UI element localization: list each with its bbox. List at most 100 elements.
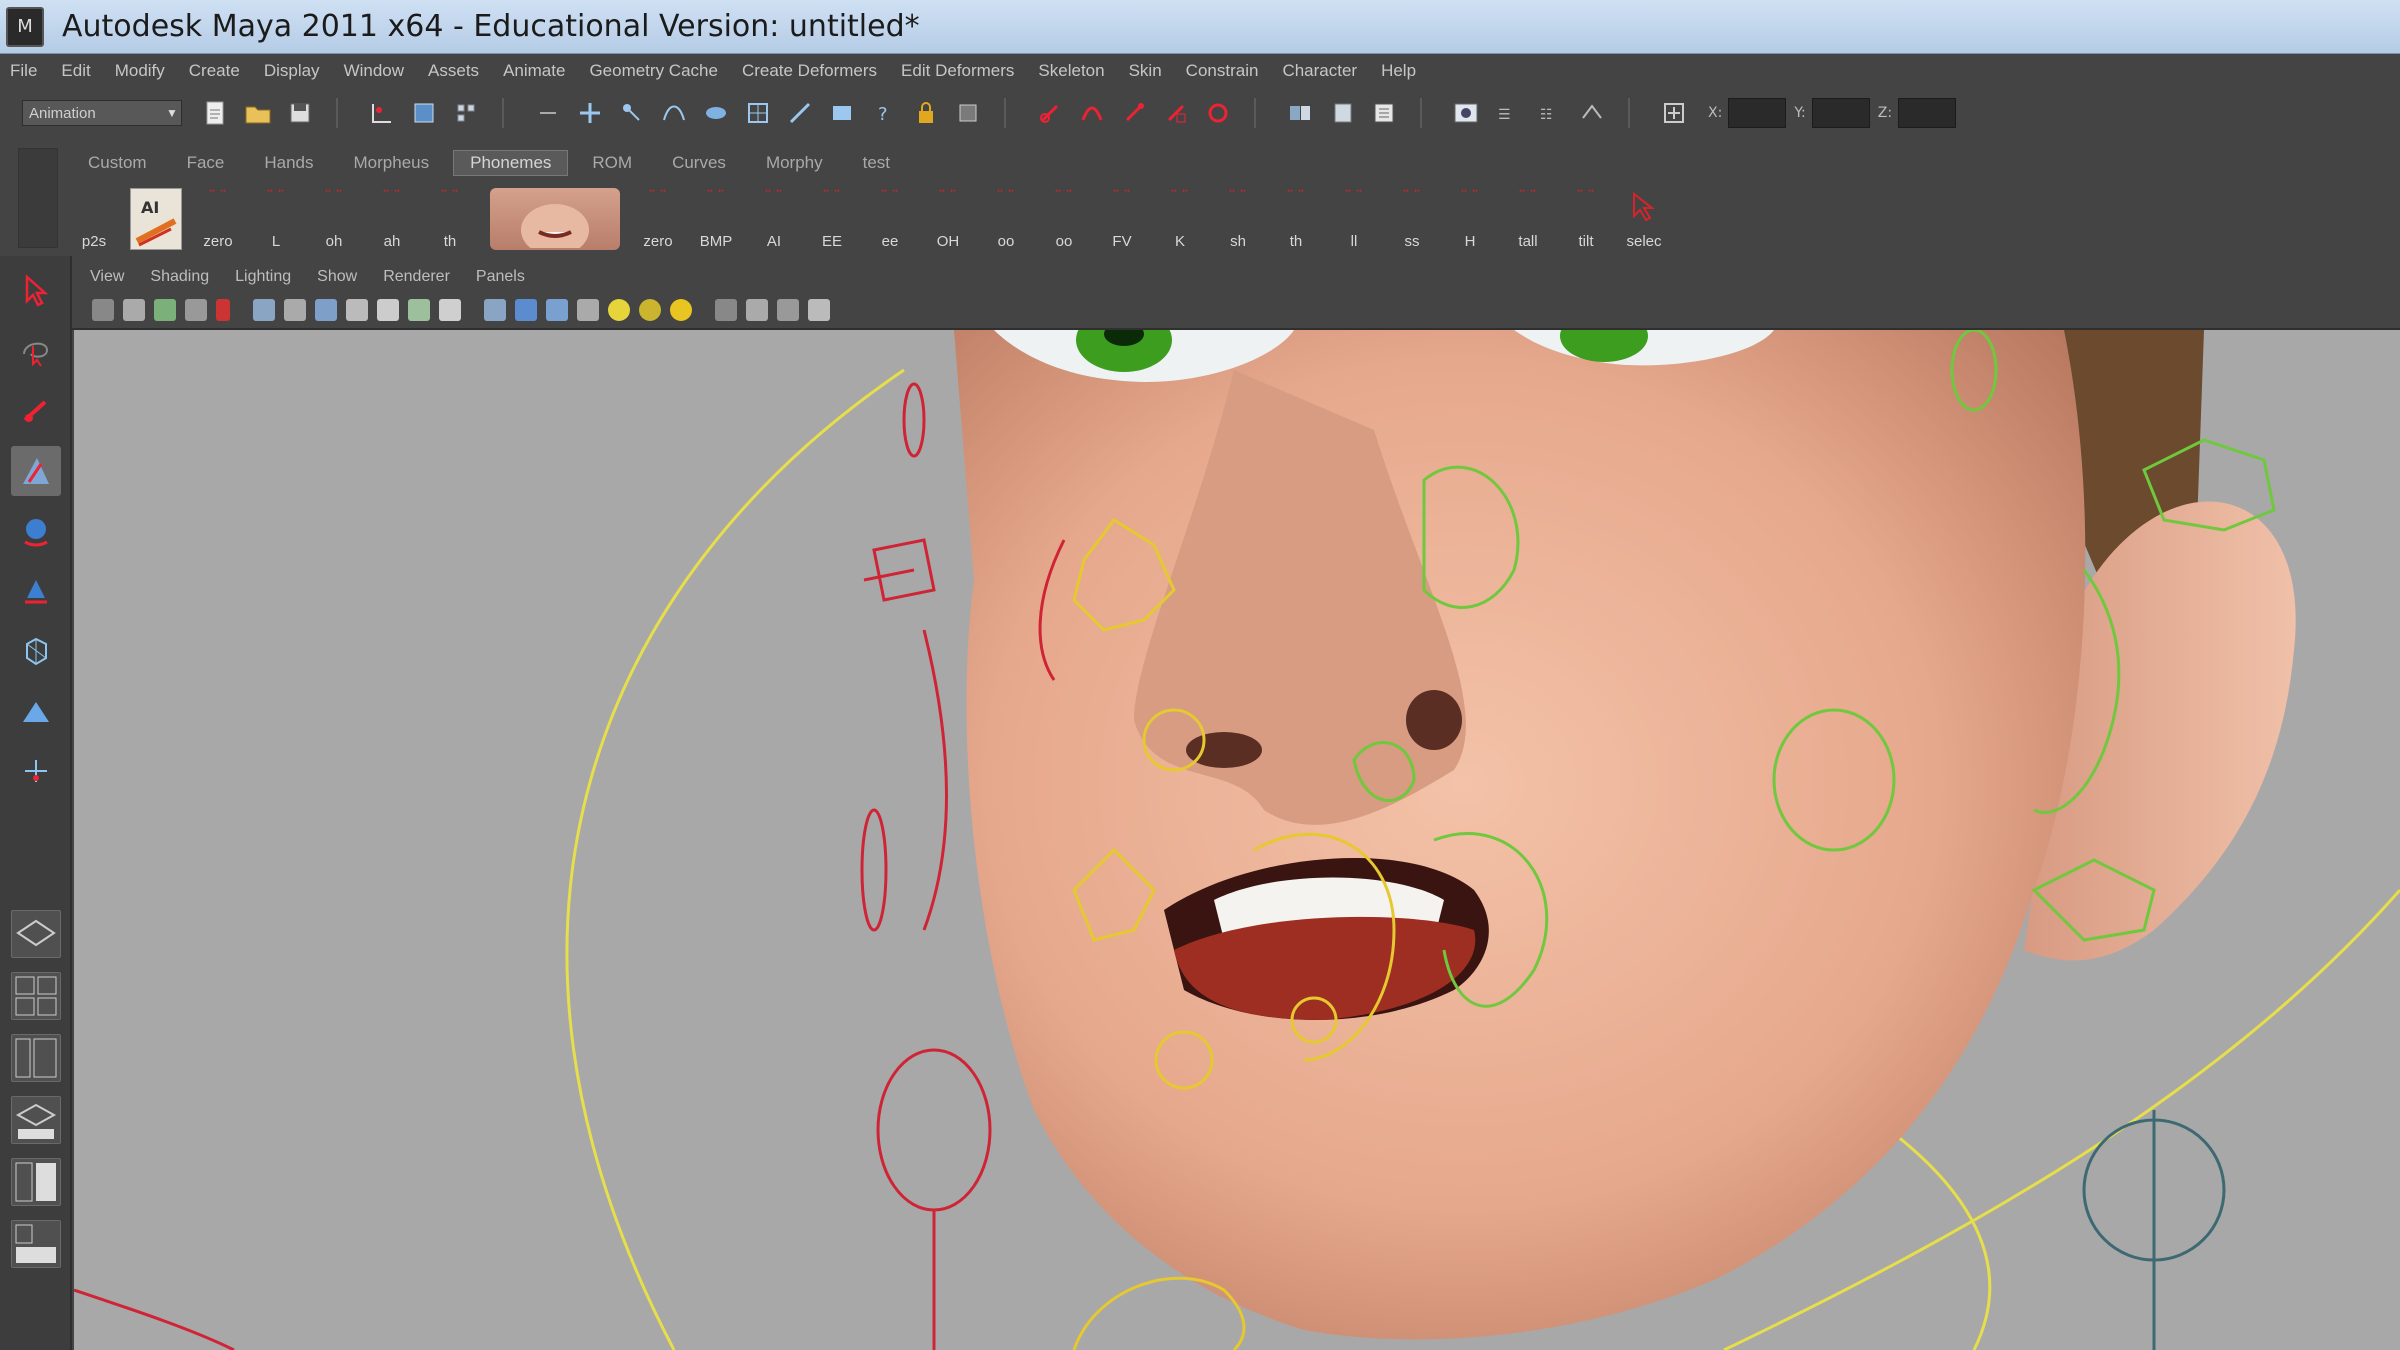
xray-joints-icon[interactable] (777, 299, 799, 321)
soft-modification-icon[interactable] (11, 686, 61, 736)
menu-modify[interactable]: Modify (115, 61, 165, 81)
universal-manipulator-icon[interactable] (11, 626, 61, 676)
shelf-button-tilt[interactable]: ¨¨ tilt (1558, 188, 1614, 251)
select-curves-icon[interactable] (658, 97, 690, 129)
maya-app-icon[interactable]: M (6, 6, 44, 47)
shelf-button-th-2[interactable]: ¨¨ th (1268, 188, 1324, 251)
panel-menu-view[interactable]: View (90, 268, 124, 286)
shelf-button-bmp[interactable]: ¨¨ BMP (688, 188, 744, 251)
menu-edit[interactable]: Edit (61, 61, 90, 81)
shelf-button-h[interactable]: ¨¨ H (1442, 188, 1498, 251)
resolution-gate-icon[interactable] (315, 299, 337, 321)
menu-geometry-cache[interactable]: Geometry Cache (589, 61, 718, 81)
construction-history-icon[interactable] (1368, 97, 1400, 129)
grid-icon[interactable] (253, 299, 275, 321)
lock-selection-icon[interactable] (910, 97, 942, 129)
menu-window[interactable]: Window (344, 61, 404, 81)
two-pane-layout-icon[interactable] (11, 1034, 61, 1082)
shelf-button-l[interactable]: ¨¨ L (248, 188, 304, 251)
outliner-layout-icon[interactable] (11, 1096, 61, 1144)
menu-file[interactable]: File (10, 61, 37, 81)
snap-to-points-icon[interactable] (1118, 97, 1150, 129)
hud-icon[interactable] (808, 299, 830, 321)
shelf-tab-hands[interactable]: Hands (248, 151, 329, 175)
select-dynamics-icon[interactable] (784, 97, 816, 129)
shelf-button-ee[interactable]: ¨¨ EE (804, 188, 860, 251)
menu-animate[interactable]: Animate (503, 61, 565, 81)
menu-constrain[interactable]: Constrain (1186, 61, 1259, 81)
shelf-tab-custom[interactable]: Custom (72, 151, 163, 175)
show-manipulator-icon[interactable] (11, 746, 61, 796)
safe-action-icon[interactable] (408, 299, 430, 321)
isolate-select-icon[interactable] (715, 299, 737, 321)
shelf-button-ll[interactable]: ¨¨ ll (1326, 188, 1382, 251)
scale-tool-icon[interactable] (11, 566, 61, 616)
input-history-icon[interactable] (1284, 97, 1316, 129)
menu-skeleton[interactable]: Skeleton (1038, 61, 1104, 81)
render-settings-icon[interactable] (1576, 97, 1608, 129)
graph-editor-layout-icon[interactable] (11, 1158, 61, 1206)
menu-display[interactable]: Display (264, 61, 320, 81)
mask-toggle-icon[interactable] (532, 97, 564, 129)
xray-icon[interactable] (746, 299, 768, 321)
select-camera-icon[interactable] (92, 299, 114, 321)
lighting-icon[interactable] (670, 299, 692, 321)
snap-to-grids-icon[interactable] (1034, 97, 1066, 129)
highlight-selection-icon[interactable] (952, 97, 984, 129)
select-surfaces-icon[interactable] (700, 97, 732, 129)
select-rendering-icon[interactable] (826, 97, 858, 129)
four-pane-layout-icon[interactable] (11, 972, 61, 1020)
shelf-tab-morpheus[interactable]: Morpheus (338, 151, 446, 175)
select-joints-icon[interactable] (616, 97, 648, 129)
select-component-icon[interactable] (450, 97, 482, 129)
shelf-button-th[interactable]: ¨¨ th (422, 188, 478, 251)
shelf-tab-menu[interactable] (18, 148, 58, 248)
select-deformations-icon[interactable] (742, 97, 774, 129)
face-thumbnail-button[interactable] (490, 188, 620, 250)
safe-title-icon[interactable] (439, 299, 461, 321)
shelf-button-ee-lower[interactable]: ¨¨ ee (862, 188, 918, 251)
viewport-3d[interactable] (74, 330, 2400, 1350)
y-field[interactable] (1811, 98, 1870, 128)
z-field[interactable] (1898, 98, 1957, 128)
panel-menu-lighting[interactable]: Lighting (235, 268, 291, 286)
shelf-tab-rom[interactable]: ROM (576, 151, 648, 175)
menu-create-deformers[interactable]: Create Deformers (742, 61, 877, 81)
render-view-icon[interactable] (1450, 97, 1482, 129)
shelf-button-p2s[interactable]: p2s (66, 188, 122, 250)
move-tool-icon[interactable] (11, 446, 61, 496)
two-d-pan-zoom-icon[interactable] (216, 299, 230, 321)
wireframe-icon[interactable] (484, 299, 506, 321)
shelf-button-ah[interactable]: ¨¨ ah (364, 188, 420, 251)
wireframe-on-shaded-icon[interactable] (546, 299, 568, 321)
shelf-button-k[interactable]: ¨¨ K (1152, 188, 1208, 251)
shelf-button-fv[interactable]: ¨¨ FV (1094, 188, 1150, 251)
make-live-icon[interactable] (1202, 97, 1234, 129)
select-handles-icon[interactable] (574, 97, 606, 129)
shelf-button-oo-2[interactable]: ¨¨ oo (1036, 188, 1092, 251)
menu-skin[interactable]: Skin (1129, 61, 1162, 81)
shelf-button-selec[interactable]: selec (1616, 188, 1672, 250)
shelf-tab-face[interactable]: Face (171, 151, 241, 175)
absolute-transform-icon[interactable] (1658, 97, 1690, 129)
camera-attributes-icon[interactable] (123, 299, 145, 321)
gate-mask-icon[interactable] (346, 299, 368, 321)
hypershade-layout-icon[interactable] (11, 1220, 61, 1268)
output-history-icon[interactable] (1326, 97, 1358, 129)
select-hierarchy-icon[interactable] (366, 97, 398, 129)
menu-character[interactable]: Character (1282, 61, 1357, 81)
ipr-render-icon[interactable]: ☷ (1534, 97, 1566, 129)
shelf-button-oh-upper[interactable]: ¨¨ OH (920, 188, 976, 251)
panel-menu-show[interactable]: Show (317, 268, 357, 286)
paint-select-tool-icon[interactable] (11, 386, 61, 436)
shelf-tab-morphy[interactable]: Morphy (750, 151, 839, 175)
shelf-button-ai[interactable]: ¨¨ AI (746, 188, 802, 251)
shelf-button-oo[interactable]: ¨¨ oo (978, 188, 1034, 251)
snap-to-curves-icon[interactable] (1076, 97, 1108, 129)
shadows-icon[interactable] (639, 299, 661, 321)
render-current-frame-icon[interactable]: ☰ (1492, 97, 1524, 129)
menu-help[interactable]: Help (1381, 61, 1416, 81)
shelf-button-ss[interactable]: ¨¨ ss (1384, 188, 1440, 251)
shelf-tab-phonemes[interactable]: Phonemes (453, 150, 569, 176)
shelf-tab-curves[interactable]: Curves (656, 151, 742, 175)
